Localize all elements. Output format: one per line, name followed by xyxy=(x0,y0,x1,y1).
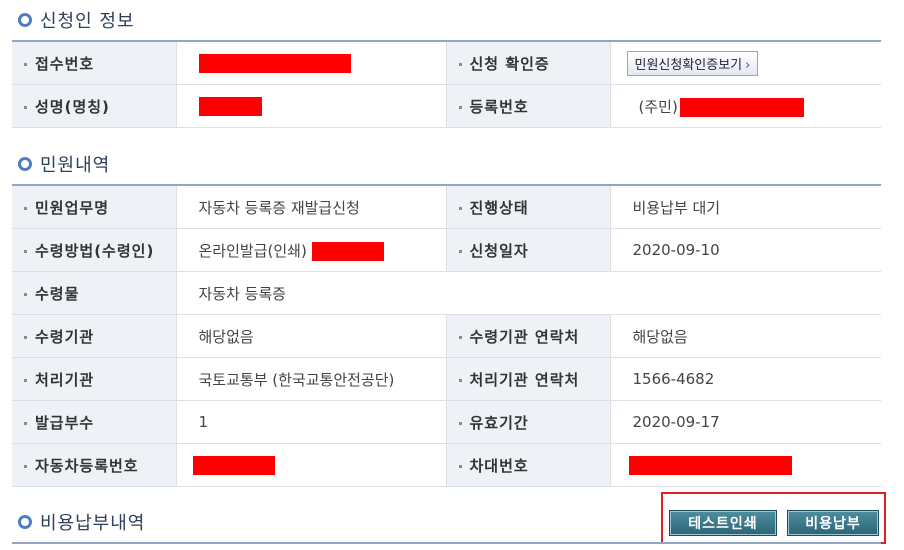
square-bullet-icon xyxy=(458,206,462,210)
receive-agency-label: 수령기관 xyxy=(35,327,95,346)
table-row: 처리기관 국토교통부 (한국교통안전공단) 처리기관 연락처 1566-4682 xyxy=(12,357,881,401)
task-name-label: 민원업무명 xyxy=(35,198,110,217)
table-row: 접수번호 신청 확인증 민원신청확인증보기 › xyxy=(12,41,881,85)
vin-value xyxy=(610,443,881,487)
square-bullet-icon xyxy=(24,421,27,425)
valid-period-value: 2020-09-17 xyxy=(610,400,881,444)
applicant-section-title: 신청인 정보 xyxy=(18,7,135,33)
name-label: 성명(명칭) xyxy=(12,84,177,128)
petition-table: 민원업무명 자동차 등록증 재발급신청 진행상태 비용납부 대기 수령방법(수령… xyxy=(12,184,881,487)
square-bullet-icon xyxy=(458,249,462,253)
table-row: 발급부수 1 유효기간 2020-09-17 xyxy=(12,400,881,444)
status-label: 진행상태 xyxy=(469,198,529,217)
payment-title: 비용납부내역 xyxy=(40,513,146,534)
receive-agency-value: 해당없음 xyxy=(176,314,447,358)
status-value: 비용납부 대기 xyxy=(610,185,881,229)
petition-title: 민원내역 xyxy=(40,155,111,176)
receive-method-label: 수령방법(수령인) xyxy=(35,241,155,260)
square-bullet-icon xyxy=(458,335,462,339)
payment-section-title: 비용납부내역 xyxy=(18,509,145,535)
test-print-button[interactable]: 테스트인쇄 xyxy=(669,510,777,536)
square-bullet-icon xyxy=(458,105,462,109)
square-bullet-icon xyxy=(458,62,462,66)
chevron-right-icon: › xyxy=(745,57,751,73)
copies-value: 1 xyxy=(176,400,447,444)
square-bullet-icon xyxy=(458,378,462,382)
vehicle-reg-number-label: 자동차등록번호 xyxy=(35,456,139,475)
square-bullet-icon xyxy=(24,62,27,66)
square-bullet-icon xyxy=(24,378,27,382)
table-row: 자동차등록번호 차대번호 xyxy=(12,443,881,487)
applicant-title: 신청인 정보 xyxy=(40,11,135,32)
applicant-table: 접수번호 신청 확인증 민원신청확인증보기 › 성명(명칭) 등록번호 (주민) xyxy=(12,40,881,128)
processing-agency-label: 처리기관 xyxy=(35,370,95,389)
vin-label: 차대번호 xyxy=(469,456,529,475)
circle-bullet-icon xyxy=(18,13,32,27)
petition-section-title: 민원내역 xyxy=(18,151,110,177)
circle-bullet-icon xyxy=(18,515,32,529)
table-row: 수령기관 해당없음 수령기관 연락처 해당없음 xyxy=(12,314,881,358)
view-confirmation-button[interactable]: 민원신청확인증보기 › xyxy=(626,50,759,76)
processing-agency-contact-label: 처리기관 연락처 xyxy=(469,370,580,389)
square-bullet-icon xyxy=(458,464,462,468)
receipt-number-value xyxy=(176,41,447,85)
table-row: 민원업무명 자동차 등록증 재발급신청 진행상태 비용납부 대기 xyxy=(12,185,881,229)
table-row: 수령물 자동차 등록증 xyxy=(12,271,881,315)
processing-agency-value: 국토교통부 (한국교통안전공단) xyxy=(176,357,447,401)
vehicle-reg-number-value xyxy=(176,443,447,487)
redaction-block xyxy=(628,455,792,475)
receive-agency-contact-value: 해당없음 xyxy=(610,314,881,358)
received-item-label: 수령물 xyxy=(35,284,80,303)
section-divider xyxy=(12,542,881,544)
registration-number-label: 등록번호 xyxy=(446,84,611,128)
table-row: 성명(명칭) 등록번호 (주민) xyxy=(12,84,881,128)
receipt-number-label: 접수번호 xyxy=(12,41,177,85)
copies-label: 발급부수 xyxy=(35,413,95,432)
valid-period-label: 유효기간 xyxy=(469,413,529,432)
square-bullet-icon xyxy=(24,105,27,109)
received-item-value: 자동차 등록증 xyxy=(176,271,881,315)
square-bullet-icon xyxy=(24,292,27,296)
redaction-block xyxy=(198,53,351,73)
square-bullet-icon xyxy=(24,249,27,253)
circle-bullet-icon xyxy=(18,157,32,171)
pay-button[interactable]: 비용납부 xyxy=(787,510,879,536)
square-bullet-icon xyxy=(458,421,462,425)
redaction-block xyxy=(198,96,262,116)
apply-date-label: 신청일자 xyxy=(469,241,529,260)
receive-method-value: 온라인발급(인쇄) xyxy=(176,228,447,272)
name-value xyxy=(176,84,447,128)
square-bullet-icon xyxy=(24,464,27,468)
square-bullet-icon xyxy=(24,206,27,210)
task-name-value: 자동차 등록증 재발급신청 xyxy=(176,185,447,229)
redaction-block xyxy=(192,455,275,475)
redaction-block xyxy=(311,241,384,261)
processing-agency-contact-value: 1566-4682 xyxy=(610,357,881,401)
confirmation-value: 민원신청확인증보기 › xyxy=(610,41,881,85)
receive-agency-contact-label: 수령기관 연락처 xyxy=(469,327,580,346)
apply-date-value: 2020-09-10 xyxy=(610,228,881,272)
confirmation-label: 신청 확인증 xyxy=(446,41,611,85)
registration-number-value: (주민) xyxy=(610,84,881,128)
redaction-block xyxy=(679,97,804,117)
table-row: 수령방법(수령인) 온라인발급(인쇄) 신청일자 2020-09-10 xyxy=(12,228,881,272)
square-bullet-icon xyxy=(24,335,27,339)
